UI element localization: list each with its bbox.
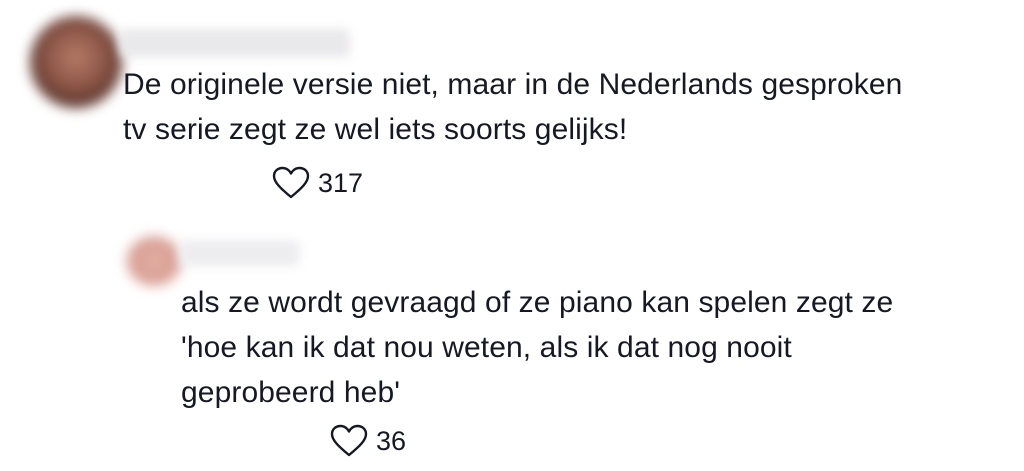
like-count: 36 xyxy=(376,425,407,456)
like-button[interactable]: 36 xyxy=(330,424,406,458)
comment-line: als ze wordt gevraagd of ze piano kan sp… xyxy=(181,286,894,319)
heart-outline-icon xyxy=(272,166,310,200)
avatar[interactable] xyxy=(126,236,182,286)
comment-line: De originele versie niet, maar in de Ned… xyxy=(123,68,903,101)
username-blurred[interactable] xyxy=(120,29,350,57)
comment-line: tv serie zegt ze wel iets soorts gelijks… xyxy=(123,113,628,146)
avatar[interactable] xyxy=(30,16,122,108)
comment-text: De originele versie niet, maar in de Ned… xyxy=(123,62,902,152)
like-button[interactable]: 317 xyxy=(272,166,363,200)
heart-outline-icon xyxy=(330,424,368,458)
username-blurred[interactable] xyxy=(180,240,300,266)
comment-line: 'hoe kan ik dat nou weten, als ik dat no… xyxy=(181,331,792,364)
comment-line: geprobeerd heb' xyxy=(181,376,401,409)
like-count: 317 xyxy=(318,167,364,198)
comment-text: als ze wordt gevraagd of ze piano kan sp… xyxy=(181,280,893,415)
